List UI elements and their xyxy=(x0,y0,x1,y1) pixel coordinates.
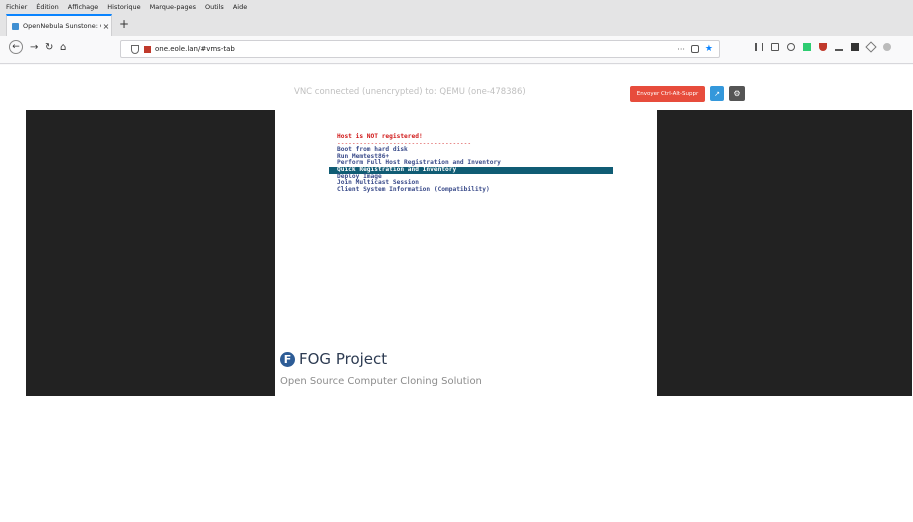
menu-historique[interactable]: Historique xyxy=(107,3,140,11)
vnc-screen[interactable]: Host is NOT registered! ----------------… xyxy=(275,110,657,396)
open-external-button[interactable]: ↗ xyxy=(710,86,724,101)
fog-boot-menu: Host is NOT registered! ----------------… xyxy=(329,133,613,194)
pocket-icon[interactable] xyxy=(690,45,699,53)
vnc-right-padding xyxy=(657,110,912,396)
menu-edition[interactable]: Édition xyxy=(36,3,59,11)
tab-strip xyxy=(0,14,913,36)
site-identity-icon[interactable] xyxy=(144,45,151,53)
tab-title: OpenNebula Sunstone: C xyxy=(23,22,101,30)
settings-gear-button[interactable]: ⚙ xyxy=(729,86,745,101)
menu-fichier[interactable]: Fichier xyxy=(6,3,27,11)
menu-marque-pages[interactable]: Marque-pages xyxy=(150,3,196,11)
fog-title: FOG Project xyxy=(299,350,388,368)
fog-subtitle: Open Source Computer Cloning Solution xyxy=(280,376,482,387)
url-bar[interactable]: one.eole.lan/#vms-tab ··· ★ xyxy=(120,40,720,58)
library-icon[interactable] xyxy=(755,43,763,51)
menu-affichage[interactable]: Affichage xyxy=(68,3,99,11)
extension-grey-icon[interactable] xyxy=(883,43,891,51)
extension-w-icon[interactable] xyxy=(835,43,843,51)
extension-green-icon[interactable] xyxy=(803,43,811,51)
ublock-icon[interactable] xyxy=(819,43,827,51)
vnc-left-padding xyxy=(26,110,275,396)
toolbar-icons xyxy=(755,41,891,53)
boot-item-system-info[interactable]: Client System Information (Compatibility… xyxy=(337,186,613,194)
page-actions-icon[interactable]: ··· xyxy=(677,45,685,54)
menu-bar: Fichier Édition Affichage Historique Mar… xyxy=(0,0,913,14)
home-button[interactable]: ⌂ xyxy=(60,42,66,53)
sidebar-icon[interactable] xyxy=(771,43,779,51)
fog-logo-icon: F xyxy=(280,352,295,367)
extension-tool-icon[interactable] xyxy=(865,41,877,53)
forward-button[interactable]: → xyxy=(30,42,38,53)
reload-button[interactable]: ↻ xyxy=(45,42,53,53)
tab-opennebula[interactable]: OpenNebula Sunstone: C × xyxy=(6,14,112,36)
extension-dark-icon[interactable] xyxy=(851,43,859,51)
tab-close-icon[interactable]: × xyxy=(101,22,111,31)
menu-aide[interactable]: Aide xyxy=(233,3,247,11)
menu-outils[interactable]: Outils xyxy=(205,3,224,11)
new-tab-button[interactable]: + xyxy=(119,17,129,31)
account-icon[interactable] xyxy=(787,43,795,51)
send-ctrl-alt-del-button[interactable]: Envoyer Ctrl-Alt-Suppr xyxy=(630,86,705,102)
vnc-status-text: VNC connected (unencrypted) to: QEMU (on… xyxy=(294,87,526,97)
opennebula-favicon-icon xyxy=(12,22,19,30)
url-text[interactable]: one.eole.lan/#vms-tab xyxy=(155,45,677,53)
shield-icon[interactable] xyxy=(131,44,139,54)
back-button[interactable]: ← xyxy=(9,40,23,54)
bookmark-star-icon[interactable]: ★ xyxy=(705,44,713,54)
